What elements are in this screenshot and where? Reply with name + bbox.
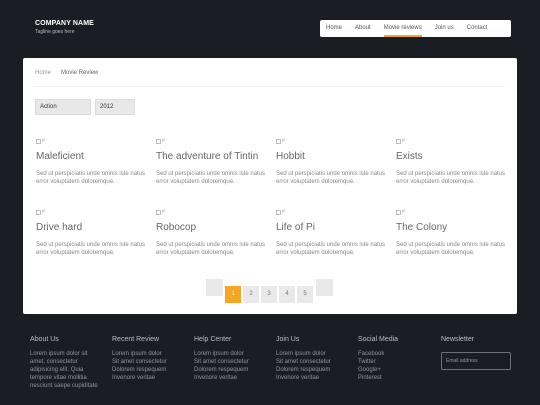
movie-card[interactable]: # Hobbit Sed ut perspiciatis unde omnis … [276, 137, 386, 186]
movie-thumbnail[interactable]: # [36, 137, 146, 145]
broken-image-icon [36, 209, 41, 215]
newsletter-email-input[interactable] [441, 352, 511, 370]
genre-select[interactable]: Action [35, 99, 91, 115]
footer-link[interactable]: Dolorem respequem [194, 366, 249, 374]
footer-link[interactable]: Invenore veritae [112, 374, 167, 382]
content-card: Home Movie Review Action 2012 # Maleficie… [23, 58, 517, 314]
movie-title[interactable]: The Colony [396, 222, 506, 233]
footer-about: About Us Lorem ipsum dolor sit amet, con… [30, 336, 98, 390]
movie-card[interactable]: # The Colony Sed ut perspiciatis unde om… [396, 208, 506, 257]
movie-description: Sed ut perspiciatis unde omnis iste natu… [276, 242, 386, 256]
movie-description: Sed ut perspiciatis unde omnis iste natu… [396, 171, 506, 185]
broken-image-icon [156, 209, 161, 215]
page-button-current[interactable]: 1 [225, 286, 241, 303]
movie-title[interactable]: Maleficient [36, 151, 146, 162]
broken-image-icon [276, 209, 281, 215]
breadcrumb-current: Movie Review [61, 70, 99, 76]
footer-newsletter: Newsletter [441, 336, 474, 350]
nav-contact[interactable]: Contact [467, 20, 488, 37]
movie-description: Sed ut perspiciatis unde omnis iste natu… [396, 242, 506, 256]
page-button[interactable]: 3 [261, 286, 277, 303]
movie-description: Sed ut perspiciatis unde omnis iste natu… [156, 242, 266, 256]
breadcrumb: Home Movie Review [35, 70, 98, 76]
footer-heading: Newsletter [441, 336, 475, 343]
company-name: COMPANY NAME [35, 20, 94, 27]
movie-card[interactable]: # Drive hard Sed ut perspiciatis unde om… [36, 208, 146, 257]
main-nav: Home About Movie reviews Join us Contact [320, 20, 511, 37]
movie-description: Sed ut perspiciatis unde omnis iste natu… [36, 242, 146, 256]
social-link-pinterest[interactable]: Pinterest [358, 374, 398, 382]
prev-page-button[interactable] [206, 279, 223, 296]
broken-image-icon [396, 209, 401, 215]
movie-card[interactable]: # Robocop Sed ut perspiciatis unde omnis… [156, 208, 266, 257]
footer-about-text: Lorem ipsum dolor sit amet, consectetur … [30, 351, 98, 389]
footer-recent-review: Recent Review Lorem ipsum dolor Sit amet… [112, 336, 167, 382]
movie-title[interactable]: Life of Pi [276, 222, 386, 233]
broken-image-icon [396, 138, 401, 144]
footer-heading: Join Us [276, 336, 300, 343]
footer-heading: Help Center [194, 336, 232, 343]
broken-image-icon [276, 138, 281, 144]
movie-title[interactable]: Drive hard [36, 222, 146, 233]
movie-card[interactable]: # Life of Pi Sed ut perspiciatis unde om… [276, 208, 386, 257]
movie-description: Sed ut perspiciatis unde omnis iste natu… [276, 171, 386, 185]
nav-about[interactable]: About [355, 20, 371, 37]
movie-title[interactable]: Robocop [156, 222, 266, 233]
broken-image-icon [36, 138, 41, 144]
movie-title[interactable]: Exists [396, 151, 506, 162]
footer-social-media: Social Media Facebook Twitter Google+ Pi… [358, 336, 398, 382]
nav-movie-reviews[interactable]: Movie reviews [383, 20, 422, 37]
social-link-facebook[interactable]: Facebook [358, 350, 398, 358]
year-select[interactable]: 2012 [95, 99, 135, 115]
tagline: Tagline goes here [35, 29, 75, 35]
movie-description: Sed ut perspiciatis unde omnis iste natu… [156, 171, 266, 185]
movie-thumbnail[interactable]: # [156, 137, 266, 145]
movie-title[interactable]: The adventure of Tintin [156, 151, 266, 162]
page-button[interactable]: 2 [243, 286, 259, 303]
divider [35, 86, 505, 87]
footer-heading: About Us [30, 336, 59, 343]
footer-link[interactable]: Sit amet consectetur [276, 358, 331, 366]
movie-thumbnail[interactable]: # [396, 208, 506, 216]
footer-link[interactable]: Dolorem respequem [112, 366, 167, 374]
footer-link[interactable]: Sit amet consectetur [194, 358, 249, 366]
footer-help-center: Help Center Lorem ipsum dolor Sit amet c… [194, 336, 249, 382]
footer-heading: Recent Review [112, 336, 160, 343]
footer-link[interactable]: Invenore veritae [276, 374, 331, 382]
footer-link[interactable]: Lorem ipsum dolor [276, 350, 331, 358]
footer-heading: Social Media [358, 336, 399, 343]
footer-link[interactable]: Lorem ipsum dolor [112, 350, 167, 358]
movie-thumbnail[interactable]: # [396, 137, 506, 145]
page-button[interactable]: 5 [297, 286, 313, 303]
social-link-google-plus[interactable]: Google+ [358, 366, 398, 374]
movie-card[interactable]: # Exists Sed ut perspiciatis unde omnis … [396, 137, 506, 186]
movie-title[interactable]: Hobbit [276, 151, 386, 162]
breadcrumb-home[interactable]: Home [35, 70, 51, 76]
social-link-twitter[interactable]: Twitter [358, 358, 398, 366]
footer-link[interactable]: Sit amet consectetur [112, 358, 167, 366]
movie-description: Sed ut perspiciatis unde omnis iste natu… [36, 171, 146, 185]
footer-link[interactable]: Lorem ipsum dolor [194, 350, 249, 358]
page-button[interactable]: 4 [279, 286, 295, 303]
nav-home[interactable]: Home [326, 20, 342, 37]
footer-join-us: Join Us Lorem ipsum dolor Sit amet conse… [276, 336, 331, 382]
movie-card[interactable]: # The adventure of Tintin Sed ut perspic… [156, 137, 266, 186]
footer-link[interactable]: Dolorem respequem [276, 366, 331, 374]
next-page-button[interactable] [316, 279, 333, 296]
footer-link[interactable]: Invenore veritae [194, 374, 249, 382]
brand: COMPANY NAME Tagline goes here [35, 20, 94, 35]
broken-image-icon [156, 138, 161, 144]
movie-thumbnail[interactable]: # [36, 208, 146, 216]
movie-thumbnail[interactable]: # [156, 208, 266, 216]
movie-thumbnail[interactable]: # [276, 137, 386, 145]
movie-card[interactable]: # Maleficient Sed ut perspiciatis unde o… [36, 137, 146, 186]
nav-join-us[interactable]: Join us [435, 20, 454, 37]
movie-thumbnail[interactable]: # [276, 208, 386, 216]
